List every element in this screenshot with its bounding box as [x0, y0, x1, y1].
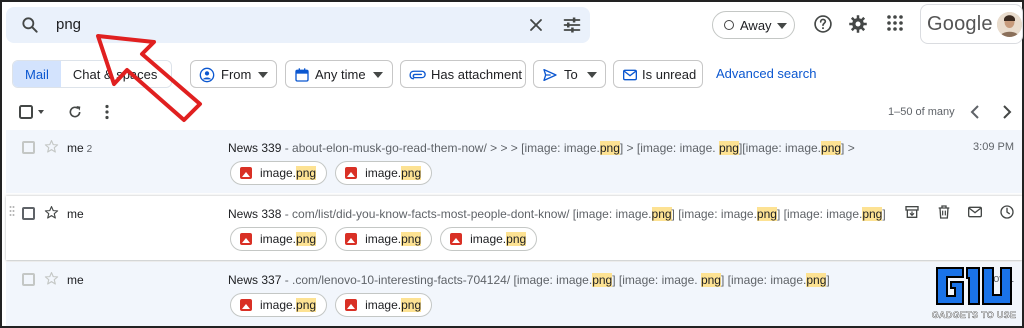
image-file-icon — [240, 233, 252, 245]
advanced-search-link[interactable]: Advanced search — [716, 66, 816, 81]
attachment-name: image.png — [365, 166, 422, 180]
attachment-chip[interactable]: image.png — [230, 227, 328, 251]
email-row[interactable]: me 2 News 339 - about-elon-musk-go-read-t… — [6, 130, 1022, 193]
attachment-chip[interactable]: image.png — [230, 293, 328, 317]
sender-name: me 2 — [67, 141, 93, 155]
row-checkbox[interactable] — [22, 141, 35, 154]
star-icon[interactable] — [44, 139, 59, 154]
clear-search-icon[interactable] — [526, 15, 546, 35]
annotation-arrow — [92, 30, 207, 125]
next-page-icon[interactable] — [1000, 104, 1014, 120]
subject-snippet: News 337 - .com/lenovo-10-interesting-fa… — [228, 273, 830, 287]
away-status-icon — [724, 20, 734, 30]
delete-trash-icon[interactable] — [936, 204, 952, 220]
status-label: Away — [740, 18, 772, 33]
search-input[interactable]: png — [56, 16, 81, 33]
filter-to-label: To — [564, 67, 578, 82]
image-file-icon — [240, 299, 252, 311]
email-row[interactable]: me News 337 - .com/lenovo-10-interesting… — [6, 262, 1022, 326]
subject: News 339 — [228, 141, 282, 155]
avatar[interactable] — [997, 12, 1022, 37]
sender-name: me — [67, 273, 84, 287]
filter-to-chip[interactable]: To — [533, 60, 606, 88]
attachment-name: image.png — [365, 298, 422, 312]
mark-unread-envelope-icon[interactable] — [967, 204, 983, 220]
attachment-list: image.png image.png image.png — [230, 227, 538, 251]
subject: News 338 — [228, 207, 282, 221]
chevron-down-icon — [258, 72, 268, 78]
attachment-list: image.png image.png — [230, 161, 433, 185]
send-arrow-icon — [542, 67, 558, 83]
account-switcher[interactable]: Google — [920, 4, 1023, 44]
filter-time-chip[interactable]: Any time — [285, 60, 393, 88]
settings-gear-icon[interactable] — [848, 14, 868, 34]
image-file-icon — [345, 233, 358, 245]
select-all-checkbox[interactable] — [19, 105, 47, 119]
envelope-icon — [622, 67, 638, 83]
attachment-chip[interactable]: image.png — [335, 161, 433, 185]
tab-mail[interactable]: Mail — [13, 61, 61, 87]
filter-unread-label: Is unread — [642, 67, 697, 82]
filter-time-label: Any time — [315, 67, 366, 82]
search-options-icon[interactable] — [562, 15, 582, 35]
row-checkbox[interactable] — [22, 207, 35, 220]
calendar-icon — [294, 67, 310, 83]
filter-attachment-label: Has attachment — [431, 67, 523, 82]
image-file-icon — [345, 167, 358, 179]
watermark-text: GADGETS TO USE — [931, 310, 1017, 320]
chevron-down-icon — [373, 72, 383, 78]
filter-unread-chip[interactable]: Is unread — [613, 60, 703, 88]
sender-name: me — [67, 207, 84, 221]
image-file-icon — [450, 233, 463, 245]
image-file-icon — [345, 299, 358, 311]
chevron-down-icon — [777, 23, 787, 29]
attachment-name: image.png — [260, 298, 317, 312]
search-icon[interactable] — [20, 15, 40, 35]
filter-from-label: From — [221, 67, 252, 82]
status-dropdown[interactable]: Away — [712, 11, 795, 39]
apps-grid-icon[interactable] — [886, 14, 904, 32]
refresh-icon[interactable] — [67, 104, 83, 120]
attachment-name: image.png — [470, 232, 527, 246]
subject-snippet: News 338 - com/list/did-you-know-facts-m… — [228, 207, 886, 221]
gadgets-to-use-logo — [935, 264, 1013, 308]
snooze-clock-icon[interactable] — [999, 204, 1015, 220]
attachment-name: image.png — [260, 232, 317, 246]
attachment-list: image.png image.png — [230, 293, 433, 317]
google-logo: Google — [927, 13, 993, 35]
subject: News 337 — [228, 273, 282, 287]
attachment-name: image.png — [365, 232, 422, 246]
prev-page-icon[interactable] — [968, 104, 982, 120]
email-row[interactable]: me News 338 - com/list/did-you-know-fact… — [6, 196, 1022, 260]
pagination-count: 1–50 of many — [888, 106, 955, 118]
thread-count: 2 — [86, 144, 93, 155]
chevron-down-icon — [587, 72, 597, 78]
archive-icon[interactable] — [904, 204, 920, 220]
received-time: 3:09 PM — [973, 141, 1014, 153]
star-icon[interactable] — [44, 271, 59, 286]
image-file-icon — [240, 167, 252, 179]
watermark: GADGETS TO USE — [929, 264, 1019, 324]
help-icon[interactable] — [813, 14, 833, 34]
attachment-chip[interactable]: image.png — [440, 227, 538, 251]
attachment-chip[interactable]: image.png — [335, 227, 433, 251]
attachment-clip-icon — [409, 67, 427, 83]
attachment-name: image.png — [260, 166, 317, 180]
star-icon[interactable] — [44, 205, 59, 220]
attachment-chip[interactable]: image.png — [335, 293, 433, 317]
attachment-chip[interactable]: image.png — [230, 161, 328, 185]
filter-attachment-chip[interactable]: Has attachment — [400, 60, 526, 88]
subject-snippet: News 339 - about-elon-musk-go-read-them-… — [228, 141, 855, 155]
drag-handle-icon[interactable] — [9, 205, 15, 217]
row-checkbox[interactable] — [22, 273, 35, 286]
